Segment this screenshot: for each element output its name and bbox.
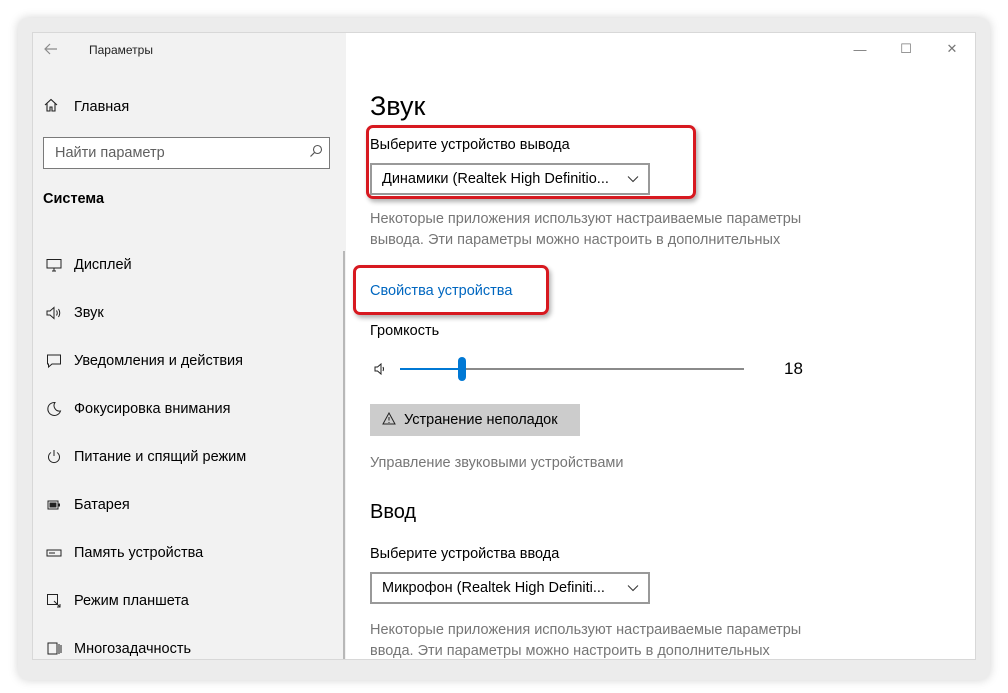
notification-icon: [43, 351, 65, 371]
chevron-down-icon: [618, 580, 648, 596]
volume-slider-fill: [400, 368, 462, 370]
multitask-icon: [43, 639, 65, 659]
warning-icon: [382, 411, 396, 429]
sidebar-item-label: Многозадачность: [74, 641, 192, 657]
sidebar-item-notifications[interactable]: Уведомления и действия: [43, 337, 333, 385]
sidebar-item-label: Режим планшета: [74, 593, 189, 609]
volume-control: 18: [370, 357, 810, 383]
sidebar-item-sound[interactable]: Звук: [43, 289, 333, 337]
close-button[interactable]: ✕: [929, 33, 975, 65]
minimize-button[interactable]: —: [837, 33, 883, 65]
power-icon: [43, 447, 65, 467]
input-device-label: Выберите устройства ввода: [370, 546, 560, 562]
battery-icon: [43, 495, 65, 515]
tablet-icon: [43, 591, 65, 611]
maximize-button[interactable]: ☐: [883, 33, 929, 65]
sidebar-item-label: Уведомления и действия: [74, 353, 243, 369]
page-title: Звук: [370, 91, 426, 121]
back-arrow-icon[interactable]: [43, 41, 63, 61]
manage-sound-devices-link[interactable]: Управление звуковыми устройствами: [370, 455, 623, 471]
monitor-icon: [43, 255, 65, 275]
sidebar-item-label: Память устройства: [74, 545, 204, 561]
search-box[interactable]: [43, 137, 330, 169]
settings-window: Параметры Главная Система Дисплей: [32, 32, 976, 660]
speaker-icon: [374, 362, 388, 381]
volume-slider[interactable]: [400, 357, 744, 381]
sidebar-item-multitasking[interactable]: Многозадачность: [43, 625, 333, 659]
input-device-select[interactable]: Микрофон (Realtek High Definiti...: [370, 572, 650, 604]
volume-label: Громкость: [370, 323, 440, 339]
sidebar-item-display[interactable]: Дисплей: [43, 241, 333, 289]
volume-value: 18: [784, 359, 803, 378]
troubleshoot-button[interactable]: Устранение неполадок: [370, 404, 580, 436]
sidebar-item-focus-assist[interactable]: Фокусировка внимания: [43, 385, 333, 433]
input-description: Некоторые приложения используют настраив…: [370, 622, 802, 659]
sidebar-item-battery[interactable]: Батарея: [43, 481, 333, 529]
sidebar: Параметры Главная Система Дисплей: [33, 33, 346, 659]
sidebar-item-label: Дисплей: [74, 257, 132, 273]
home-icon: [43, 97, 65, 118]
sidebar-item-label: Питание и спящий режим: [74, 449, 247, 465]
sidebar-scrollbar[interactable]: [343, 251, 345, 659]
window-controls: — ☐ ✕: [837, 33, 975, 65]
speaker-icon: [43, 303, 65, 323]
home-label: Главная: [74, 99, 130, 115]
sidebar-item-storage[interactable]: Память устройства: [43, 529, 333, 577]
output-device-highlight: [366, 125, 696, 199]
input-heading: Ввод: [370, 501, 417, 523]
sidebar-nav: Дисплей Звук Уведомления и действия Фоку…: [43, 241, 333, 659]
section-title: Система: [43, 191, 105, 207]
sidebar-item-label: Звук: [74, 305, 104, 321]
sidebar-item-tablet-mode[interactable]: Режим планшета: [43, 577, 333, 625]
output-description: Некоторые приложения используют настраив…: [370, 211, 802, 248]
search-input[interactable]: [44, 138, 303, 168]
app-title: Параметры: [89, 43, 153, 57]
sidebar-item-label: Батарея: [74, 497, 130, 513]
sidebar-item-power-sleep[interactable]: Питание и спящий режим: [43, 433, 333, 481]
volume-slider-thumb[interactable]: [457, 357, 466, 381]
input-device-value: Микрофон (Realtek High Definiti...: [382, 580, 605, 596]
sidebar-item-home[interactable]: Главная: [43, 97, 129, 117]
troubleshoot-label: Устранение неполадок: [404, 412, 558, 428]
device-properties-highlight: [353, 265, 549, 315]
storage-icon: [43, 543, 65, 563]
moon-icon: [43, 399, 65, 419]
search-icon[interactable]: [303, 144, 329, 163]
sidebar-item-label: Фокусировка внимания: [74, 401, 231, 417]
